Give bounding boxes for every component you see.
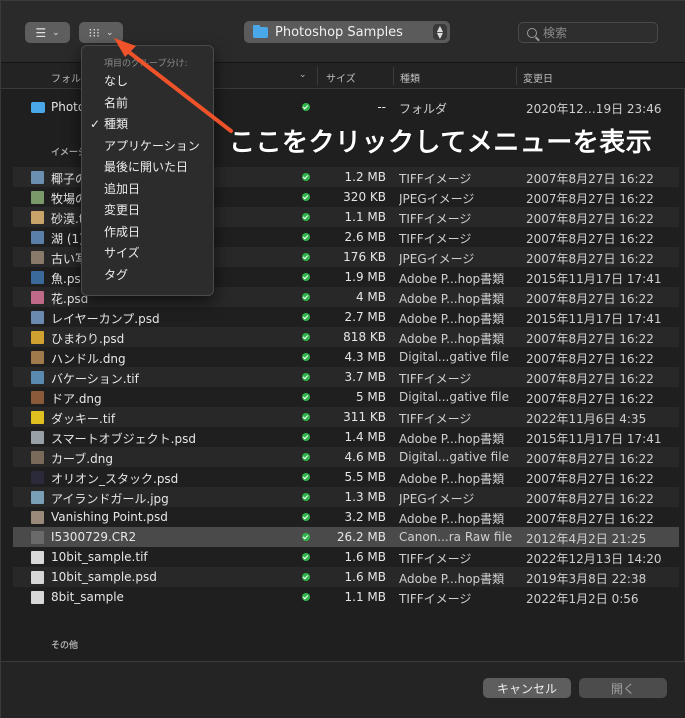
dialog-footer: キャンセル 開く [1, 661, 685, 718]
open-button[interactable]: 開く [579, 678, 667, 698]
cancel-button[interactable]: キャンセル [483, 678, 571, 698]
annotation-arrow [114, 38, 233, 133]
annotation-text: ここをクリックしてメニューを表示 [229, 128, 653, 158]
open-file-dialog: ☰ ⌄ ⁝⁝⁝ ⌄ Photoshop Samples ▲ ▼ 検索 フォルダ ⌄… [0, 0, 685, 718]
